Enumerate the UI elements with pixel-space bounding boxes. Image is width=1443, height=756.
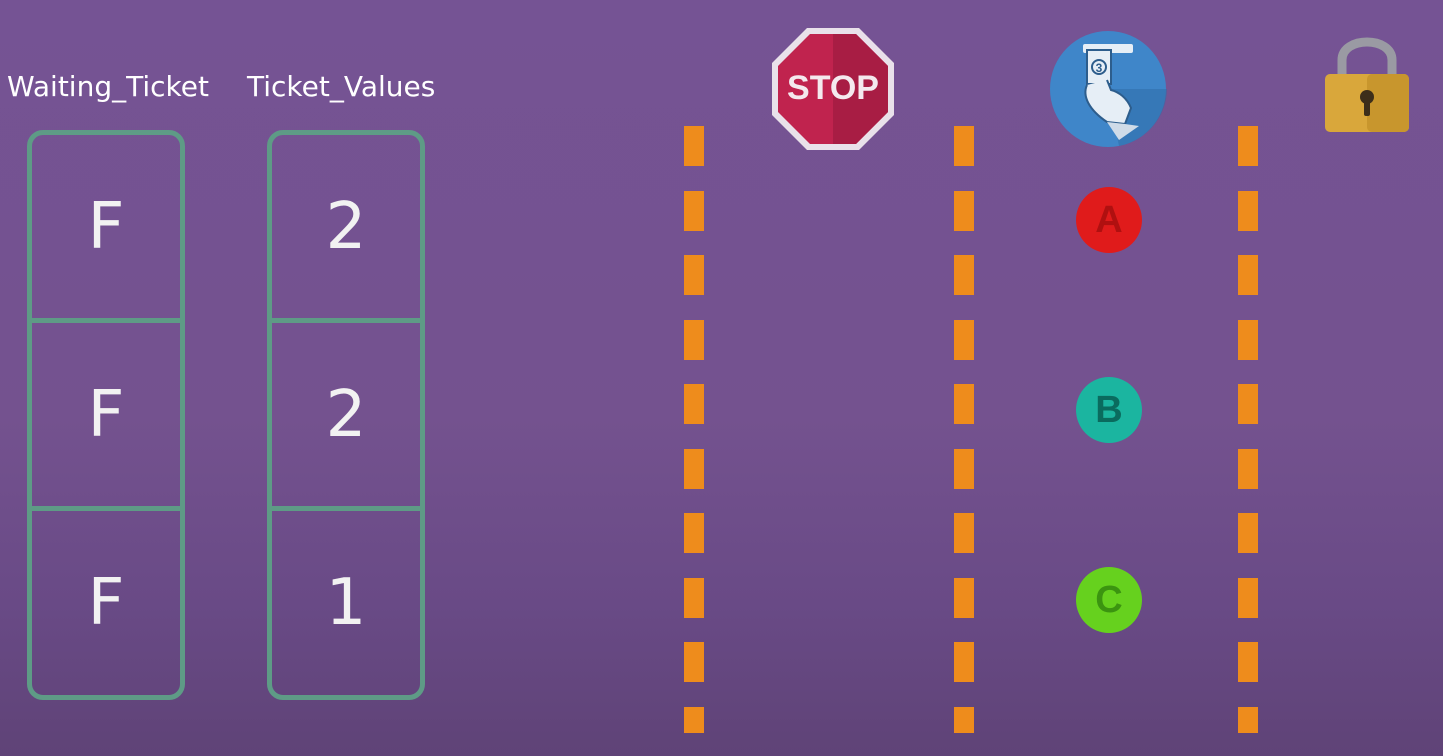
- lane-dash: [1238, 190, 1258, 231]
- lane-dash: [954, 577, 974, 618]
- lane-dash: [684, 513, 704, 553]
- thread-label: C: [1095, 578, 1123, 621]
- lane-dash: [1238, 255, 1258, 295]
- lane-dash: [954, 190, 974, 231]
- lane-dash: [684, 706, 704, 733]
- lane-dash: [1238, 642, 1258, 682]
- lane-dash: [684, 577, 704, 618]
- ticket-number: 3: [1096, 61, 1103, 75]
- waiting-ticket-title: Waiting_Ticket: [7, 70, 209, 103]
- waiting-ticket-cell: F: [32, 323, 180, 511]
- lane-dash: [1238, 577, 1258, 618]
- waiting-ticket-cell: F: [32, 135, 180, 323]
- lane-dash: [954, 706, 974, 733]
- ticket-values-cell: 2: [272, 323, 420, 511]
- ticket-dispenser-icon: 3: [1049, 30, 1167, 148]
- ticket-values-cell: 1: [325, 565, 367, 640]
- lane-dash: [1238, 706, 1258, 733]
- ticket-values-title: Ticket_Values: [247, 70, 436, 103]
- waiting-ticket-cell: F: [87, 565, 125, 640]
- ticket-values-cell: 2: [272, 135, 420, 323]
- lane-dash: [1238, 126, 1258, 166]
- thread-label: B: [1095, 388, 1123, 431]
- ticket-values-array: 2 2 1: [267, 130, 425, 700]
- thread-b: B: [1076, 377, 1142, 443]
- lane-dash: [954, 448, 974, 489]
- lane-dash: [1238, 448, 1258, 489]
- lane-dash: [684, 384, 704, 424]
- lane-dash: [954, 255, 974, 295]
- waiting-ticket-array: F F F: [27, 130, 185, 700]
- lane-dash: [684, 190, 704, 231]
- lane-dash: [954, 319, 974, 360]
- thread-c: C: [1076, 567, 1142, 633]
- stop-sign-label: STOP: [787, 69, 879, 107]
- lane-dash: [954, 126, 974, 166]
- lane-dash: [1238, 384, 1258, 424]
- lane-dash: [684, 255, 704, 295]
- lane-dash: [684, 126, 704, 166]
- lane-dash: [954, 513, 974, 553]
- stop-sign-icon: STOP: [770, 26, 896, 152]
- lane-dash: [1238, 319, 1258, 360]
- lane-dash: [954, 384, 974, 424]
- thread-a: A: [1076, 187, 1142, 253]
- thread-label: A: [1095, 198, 1123, 241]
- lane-dash: [954, 642, 974, 682]
- lane-divider: [954, 126, 974, 746]
- lane-divider: [1238, 126, 1258, 746]
- lane-dash: [684, 642, 704, 682]
- padlock-icon: [1322, 30, 1412, 134]
- lane-divider: [684, 126, 704, 746]
- lane-dash: [684, 448, 704, 489]
- lane-dash: [684, 319, 704, 360]
- lane-dash: [1238, 513, 1258, 553]
